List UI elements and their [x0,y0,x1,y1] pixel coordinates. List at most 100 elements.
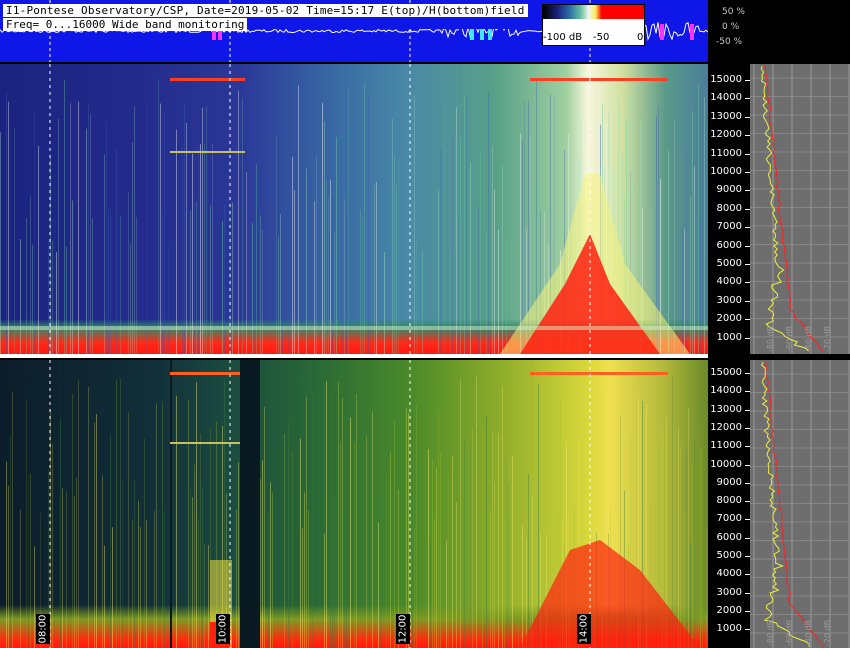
spectrogram-streak [110,434,111,648]
spectrogram-streak [252,222,253,354]
spectrum-plot-h [750,360,850,648]
spectrum-db-label: -40 dB [804,325,813,352]
spectrogram-streak [292,156,293,354]
spectrum-db-label: -20 dB [823,325,832,352]
spectrogram-streak [436,467,437,648]
spectrum-panel-e: -80 dB -60 dB -40 dB -20 dB [750,64,850,354]
spectrogram-streak [340,441,341,648]
spectrogram-streak [282,209,283,354]
spectrogram-streak [168,247,169,354]
time-label-1000: 10:00 [216,614,230,644]
frequency-tick-label: 1000 [716,331,742,343]
spectrogram-streak [190,210,191,354]
spectrogram-streak [104,545,105,648]
spectrogram-streak [398,160,399,354]
frequency-tick-label: 8000 [716,495,742,507]
spectrogram-streak [188,399,189,648]
spectrogram-streak [348,88,349,354]
spectrogram-streak [198,141,199,354]
spectrogram-streak [236,509,237,648]
spectrogram-streak [490,510,491,648]
spectrogram-streak [492,430,493,648]
spectrum-db-label: -60 dB [785,619,794,646]
amplitude-label-minus50: -50 % [716,37,743,47]
spectrogram-streak [176,129,177,354]
spectrogram-streak [78,101,79,354]
spectrogram-streak [26,218,27,354]
spectrogram-streak [688,407,689,648]
spectrogram-streak [12,391,13,648]
spectrogram-streak [262,229,263,354]
spectrogram-streak [94,422,95,648]
spectrogram-streak [224,204,225,354]
spectrogram-streak [518,485,519,648]
spectrogram-streak [444,103,445,354]
spectrogram-e-texture [0,64,708,354]
spectrogram-streak [136,217,137,354]
spectrogram-streak [212,143,213,354]
spectrogram-streak [222,220,223,354]
spectrogram-streak [204,143,205,354]
spectrogram-streak [26,398,27,648]
spectrogram-streak [408,413,409,648]
frequency-tick-label: 6000 [716,531,742,543]
frequency-tick-label: 10000 [710,166,742,177]
spectrogram-streak [674,120,675,354]
frequency-tick-label: 15000 [710,74,742,85]
spectrogram-streak [326,381,327,648]
spectrogram-streak [362,217,363,354]
spectrogram-streak [116,148,117,354]
spectrogram-streak [272,492,273,648]
spectrogram-streak [440,149,441,354]
spectrogram-streak [260,215,261,354]
spectrogram-streak [520,133,521,354]
spectrogram-streak [20,239,21,354]
spectrogram-streak [502,387,503,648]
spectrogram-streak [498,433,499,648]
spectrogram-streak [450,250,451,354]
spectrogram-streak [344,528,345,648]
spectrogram-streak [428,449,429,648]
spectrogram-streak [6,92,7,354]
spectrogram-streak [394,155,395,354]
spectrogram-streak [120,216,121,354]
spectrogram-streak [308,510,309,648]
spectrogram-streak [230,232,231,354]
spectrogram-streak [288,204,289,354]
spectrogram-streak [446,540,447,648]
spectrogram-streak [466,96,467,354]
spectrogram-streak [306,396,307,648]
spectrogram-streak [342,397,343,648]
spectrogram-streak [90,114,91,354]
spectrogram-streak [530,451,531,648]
spectrogram-streak [184,102,185,354]
spectrogram-streak [122,479,123,648]
spectrogram-streak [160,103,161,354]
spectrogram-streak [336,136,337,354]
spectrogram-streak [32,244,33,354]
data-gap [240,360,260,648]
spectrogram-streak [130,243,131,354]
spectrogram-streak [380,490,381,648]
frequency-tick-label: 14000 [710,385,742,397]
spectrogram-streak [348,375,349,648]
spectrogram-streak [154,510,155,648]
frequency-tick-label: 7000 [716,221,742,233]
spectrogram-streak [254,79,255,354]
frequency-tick-label: 13000 [710,110,742,122]
spectrogram-streak [54,217,55,354]
spectrogram-streak [482,430,483,648]
frequency-tick-label: 2000 [716,604,742,616]
spectrogram-streak [134,106,135,354]
spectrogram-streak [264,407,265,648]
spectrogram-h-texture [6,360,707,648]
spectrogram-streak [176,395,177,648]
spectrogram-streak [504,519,505,648]
spectrogram-streak [478,205,479,354]
spectrogram-streak [66,491,67,648]
spectrogram-streak [182,142,183,354]
spectrogram-streak [538,383,539,648]
spectrogram-streak [386,473,387,648]
spectrogram-streak [76,477,77,648]
spectrogram-streak [52,240,53,354]
